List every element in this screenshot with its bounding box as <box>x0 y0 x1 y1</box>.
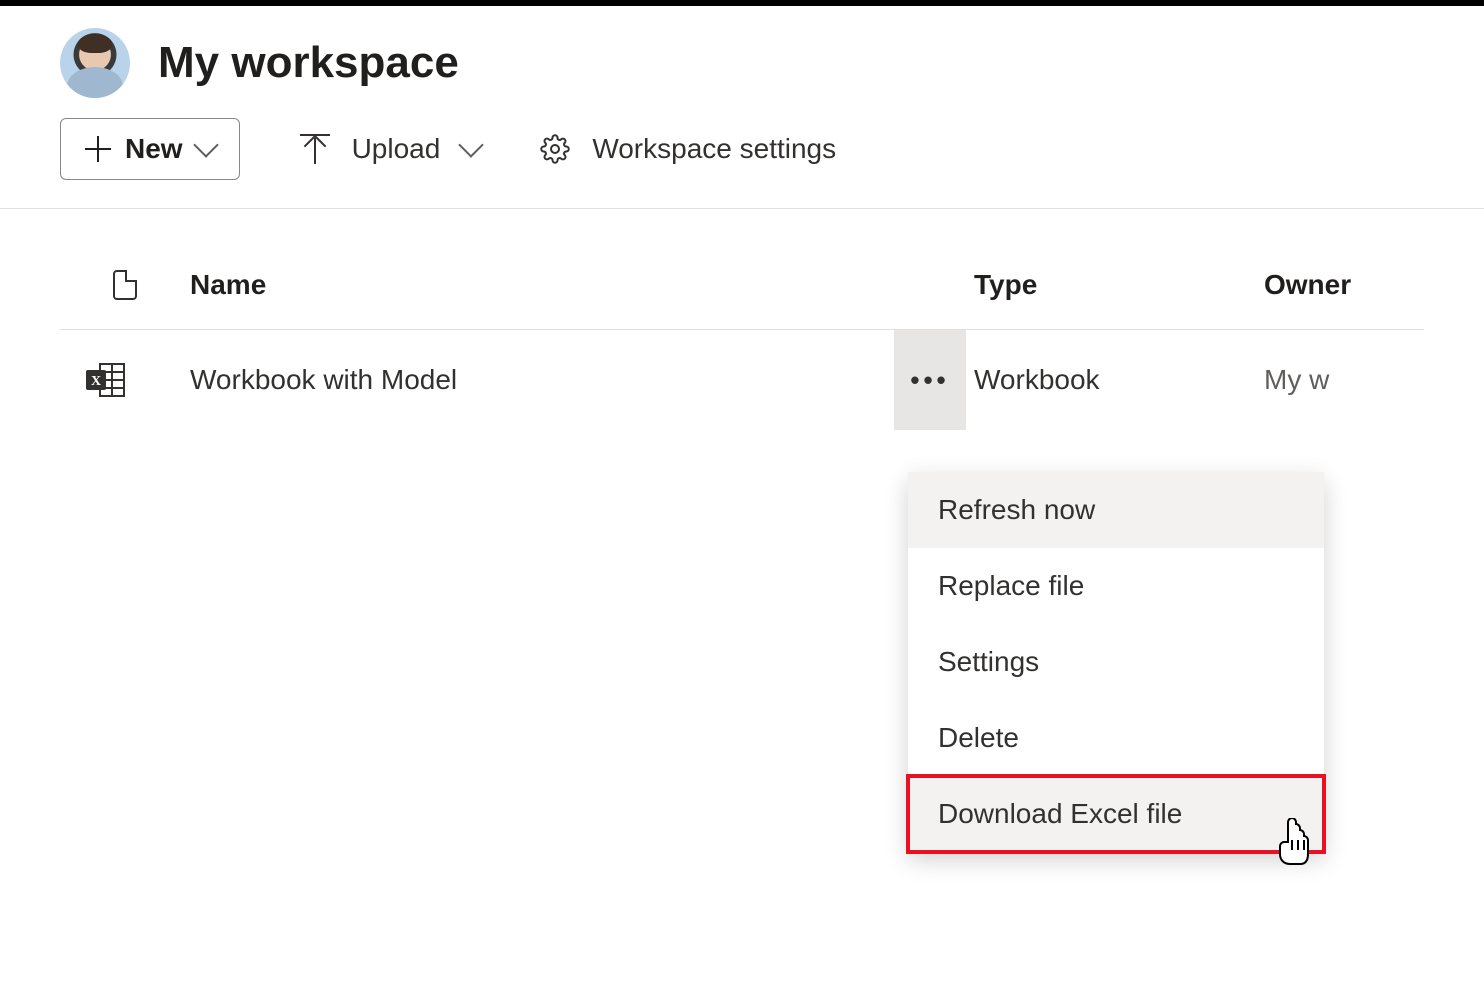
context-menu: Refresh now Replace file Settings Delete… <box>908 472 1324 852</box>
column-header-icon <box>60 270 190 300</box>
toolbar: New Upload Workspace settings <box>0 118 1484 208</box>
document-icon <box>113 270 137 300</box>
menu-item-download-excel-file[interactable]: Download Excel file <box>908 776 1324 852</box>
item-name[interactable]: Workbook with Model <box>190 364 894 396</box>
new-button[interactable]: New <box>60 118 240 180</box>
workspace-header: My workspace <box>0 0 1484 118</box>
content-table: Name Type Owner X Workbook with Model ••… <box>0 269 1484 430</box>
column-header-owner[interactable]: Owner <box>1264 269 1424 301</box>
menu-item-settings[interactable]: Settings <box>908 624 1324 700</box>
window-top-border <box>0 0 1484 6</box>
header-divider <box>0 208 1484 209</box>
table-row[interactable]: X Workbook with Model ••• Workbook My w <box>60 330 1424 430</box>
page-title: My workspace <box>158 38 459 88</box>
gear-icon <box>540 134 570 164</box>
menu-item-delete[interactable]: Delete <box>908 700 1324 776</box>
more-options-button[interactable]: ••• <box>894 330 966 430</box>
new-button-label: New <box>125 133 183 165</box>
svg-text:X: X <box>91 374 101 389</box>
avatar[interactable] <box>60 28 130 98</box>
more-icon: ••• <box>910 365 949 396</box>
upload-label: Upload <box>352 133 441 165</box>
plus-icon <box>85 136 111 162</box>
excel-workbook-icon: X <box>86 362 126 398</box>
upload-icon <box>300 134 330 164</box>
menu-item-refresh-now[interactable]: Refresh now <box>908 472 1324 548</box>
table-header-row: Name Type Owner <box>60 269 1424 330</box>
workspace-settings-button[interactable]: Workspace settings <box>540 133 836 165</box>
chevron-down-icon <box>193 132 218 157</box>
upload-button[interactable]: Upload <box>300 133 481 165</box>
workspace-settings-label: Workspace settings <box>592 133 836 165</box>
column-header-type[interactable]: Type <box>974 269 1264 301</box>
menu-item-replace-file[interactable]: Replace file <box>908 548 1324 624</box>
item-owner: My w <box>1264 364 1424 396</box>
chevron-down-icon <box>459 132 484 157</box>
item-type: Workbook <box>974 364 1264 396</box>
column-header-name[interactable]: Name <box>190 269 894 301</box>
